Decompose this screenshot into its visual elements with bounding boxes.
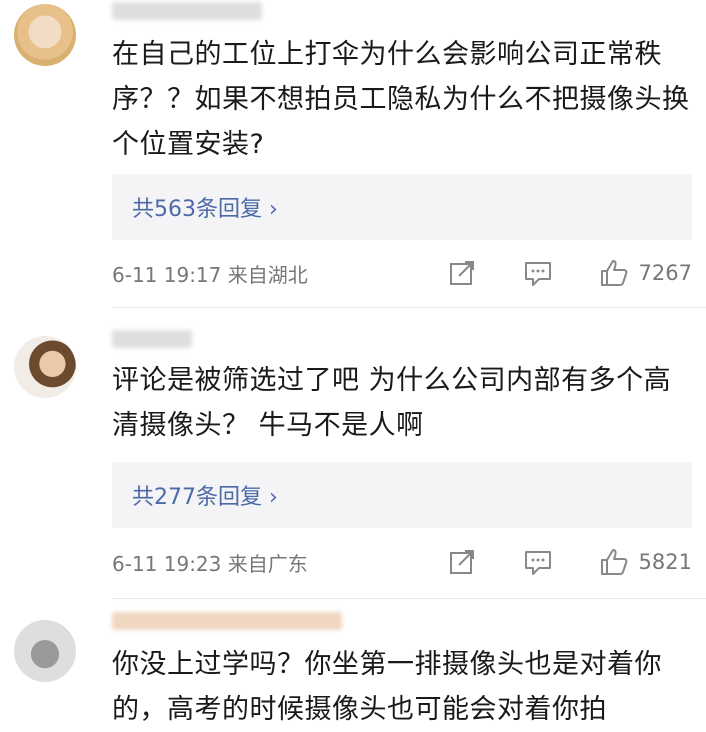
avatar[interactable]	[14, 620, 76, 682]
view-replies-link[interactable]: 共563条回复 ›	[132, 191, 278, 223]
like-count: 7267	[638, 261, 692, 285]
timestamp-location: 6-11 19:17 来自湖北	[112, 262, 308, 287]
comment-icon[interactable]	[523, 258, 553, 288]
divider	[112, 307, 706, 308]
divider	[112, 598, 706, 599]
thumbs-up-icon[interactable]	[599, 547, 629, 577]
comment-meta: 6-11 19:17 来自湖北 7267	[112, 253, 692, 293]
thumbs-up-icon[interactable]	[599, 258, 629, 288]
action-bar: 7267	[447, 253, 692, 293]
avatar[interactable]	[14, 4, 76, 66]
timestamp-location: 6-11 19:23 来自广东	[112, 551, 308, 576]
comment-text: 评论是被筛选过了吧 为什么公司内部有多个高清摄像头？ 牛马不是人啊	[112, 365, 672, 441]
replies-box[interactable]: 共277条回复 ›	[112, 462, 692, 528]
action-bar: 5821	[447, 542, 692, 582]
username[interactable]	[112, 2, 262, 20]
share-icon[interactable]	[447, 258, 477, 288]
comment-text: 你没上过学吗？你坐第一排摄像头也是对着你的，高考的时候摄像头也可能会对着你拍	[112, 649, 662, 725]
username[interactable]	[112, 330, 192, 348]
replies-box[interactable]: 共563条回复 ›	[112, 174, 692, 240]
view-replies-link[interactable]: 共277条回复 ›	[132, 479, 278, 511]
username[interactable]	[112, 612, 342, 630]
comment-icon[interactable]	[523, 547, 553, 577]
comment-meta: 6-11 19:23 来自广东 5821	[112, 542, 692, 582]
share-icon[interactable]	[447, 547, 477, 577]
avatar[interactable]	[14, 336, 76, 398]
like-count: 5821	[638, 550, 692, 574]
comment-text: 在自己的工位上打伞为什么会影响公司正常秩序？？如果不想拍员工隐私为什么不把摄像头…	[112, 39, 690, 160]
